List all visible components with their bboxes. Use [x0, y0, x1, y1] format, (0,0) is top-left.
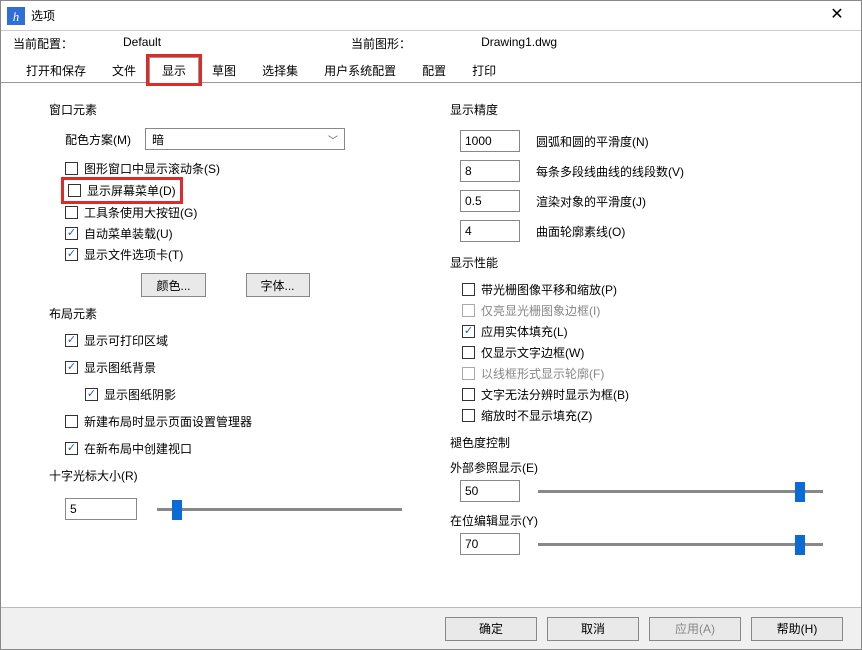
current-config-value: Default	[123, 35, 161, 52]
checkbox-zoom-nofill[interactable]	[462, 409, 475, 422]
left-column: 窗口元素 配色方案(M) 暗 ﹀ 图形窗口中显示滚动条(S) 显示屏幕菜单(D)	[29, 93, 422, 597]
pline-segments-input[interactable]: 8	[460, 160, 520, 182]
screen-menu-label: 显示屏幕菜单(D)	[87, 182, 176, 199]
current-config-label: 当前配置：	[13, 35, 73, 52]
close-button[interactable]: ✕	[817, 1, 857, 31]
checkbox-paper-bg[interactable]: ✓	[65, 361, 78, 374]
tab-file[interactable]: 文件	[99, 57, 149, 83]
color-scheme-select[interactable]: 暗 ﹀	[145, 128, 345, 150]
performance-label: 显示性能	[450, 254, 843, 271]
crosshair-slider[interactable]	[157, 508, 402, 511]
fade-xref-input[interactable]: 50	[460, 480, 520, 502]
tab-profiles[interactable]: 配置	[409, 57, 459, 83]
precision-label: 显示精度	[450, 101, 843, 118]
checkbox-page-mgr[interactable]	[65, 415, 78, 428]
checkbox-file-tabs[interactable]: ✓	[65, 248, 78, 261]
tab-selection[interactable]: 选择集	[249, 57, 311, 83]
checkbox-auto-menu[interactable]: ✓	[65, 227, 78, 240]
raster-pan-label: 带光栅图像平移和缩放(P)	[481, 281, 617, 298]
checkbox-screen-menu[interactable]	[68, 184, 81, 197]
solid-fill-label: 应用实体填充(L)	[481, 323, 568, 340]
file-tabs-label: 显示文件选项卡(T)	[84, 246, 183, 263]
wireframe-label: 以线框形式显示轮廓(F)	[481, 365, 604, 382]
render-smooth-label: 渲染对象的平滑度(J)	[536, 193, 646, 210]
fade-edit-label: 在位编辑显示(Y)	[450, 512, 843, 529]
paper-shadow-label: 显示图纸阴影	[104, 386, 176, 403]
checkbox-wireframe	[462, 367, 475, 380]
checkbox-paper-shadow[interactable]: ✓	[85, 388, 98, 401]
text-frame-label: 仅显示文字边框(W)	[481, 344, 584, 361]
chevron-down-icon: ﹀	[328, 132, 338, 147]
titlebar: h 选项 ✕	[1, 1, 861, 31]
apply-button: 应用(A)	[649, 617, 741, 641]
checkbox-solid-fill[interactable]: ✓	[462, 325, 475, 338]
tab-sketch[interactable]: 草图	[199, 57, 249, 83]
dialog-footer: 确定 取消 应用(A) 帮助(H)	[1, 607, 861, 649]
layout-elements-label: 布局元素	[49, 305, 422, 322]
color-scheme-value: 暗	[152, 131, 164, 148]
checkbox-text-frame[interactable]	[462, 346, 475, 359]
checkbox-scrollbar[interactable]	[65, 162, 78, 175]
options-dialog: h 选项 ✕ 当前配置： Default 当前图形： Drawing1.dwg …	[0, 0, 862, 650]
fade-label: 褪色度控制	[450, 434, 843, 451]
tab-print[interactable]: 打印	[459, 57, 509, 83]
checkbox-raster-frame	[462, 304, 475, 317]
app-icon: h	[7, 7, 25, 25]
crosshair-input[interactable]: 5	[65, 498, 137, 520]
checkbox-text-box[interactable]	[462, 388, 475, 401]
surface-contour-label: 曲面轮廓素线(O)	[536, 223, 625, 240]
colors-button[interactable]: 颜色...	[141, 273, 205, 297]
checkbox-print-area[interactable]: ✓	[65, 334, 78, 347]
auto-menu-label: 自动菜单装载(U)	[84, 225, 173, 242]
window-title: 选项	[31, 7, 55, 24]
tab-open-save[interactable]: 打开和保存	[13, 57, 99, 83]
pline-segments-label: 每条多段线曲线的线段数(V)	[536, 163, 684, 180]
fade-xref-slider[interactable]	[538, 490, 823, 493]
checkbox-raster-pan[interactable]	[462, 283, 475, 296]
current-drawing-value: Drawing1.dwg	[481, 35, 557, 52]
zoom-nofill-label: 缩放时不显示填充(Z)	[481, 407, 592, 424]
fade-edit-slider[interactable]	[538, 543, 823, 546]
surface-contour-input[interactable]: 4	[460, 220, 520, 242]
checkbox-viewport[interactable]: ✓	[65, 442, 78, 455]
window-elements-label: 窗口元素	[49, 101, 422, 118]
big-buttons-label: 工具条使用大按钮(G)	[84, 204, 197, 221]
arc-smooth-label: 圆弧和圆的平滑度(N)	[536, 133, 649, 150]
checkbox-big-buttons[interactable]	[65, 206, 78, 219]
ok-button[interactable]: 确定	[445, 617, 537, 641]
tab-display[interactable]: 显示	[149, 57, 199, 83]
print-area-label: 显示可打印区域	[84, 332, 168, 349]
scrollbar-label: 图形窗口中显示滚动条(S)	[84, 160, 220, 177]
fade-xref-label: 外部参照显示(E)	[450, 459, 843, 476]
viewport-label: 在新布局中创建视口	[84, 440, 192, 457]
tab-user-system[interactable]: 用户系统配置	[311, 57, 409, 83]
help-button[interactable]: 帮助(H)	[751, 617, 843, 641]
raster-frame-label: 仅亮显光栅图象边框(I)	[481, 302, 600, 319]
tab-bar: 打开和保存 文件 显示 草图 选择集 用户系统配置 配置 打印	[1, 56, 861, 83]
color-scheme-label: 配色方案(M)	[65, 131, 131, 148]
config-header: 当前配置： Default 当前图形： Drawing1.dwg	[1, 31, 861, 56]
cancel-button[interactable]: 取消	[547, 617, 639, 641]
text-box-label: 文字无法分辨时显示为框(B)	[481, 386, 629, 403]
page-mgr-label: 新建布局时显示页面设置管理器	[84, 413, 252, 430]
paper-bg-label: 显示图纸背景	[84, 359, 156, 376]
fonts-button[interactable]: 字体...	[246, 273, 310, 297]
right-column: 显示精度 1000 圆弧和圆的平滑度(N) 8 每条多段线曲线的线段数(V) 0…	[450, 93, 843, 597]
arc-smooth-input[interactable]: 1000	[460, 130, 520, 152]
fade-edit-input[interactable]: 70	[460, 533, 520, 555]
render-smooth-input[interactable]: 0.5	[460, 190, 520, 212]
current-drawing-label: 当前图形：	[351, 35, 411, 52]
crosshair-label: 十字光标大小(R)	[49, 467, 422, 484]
